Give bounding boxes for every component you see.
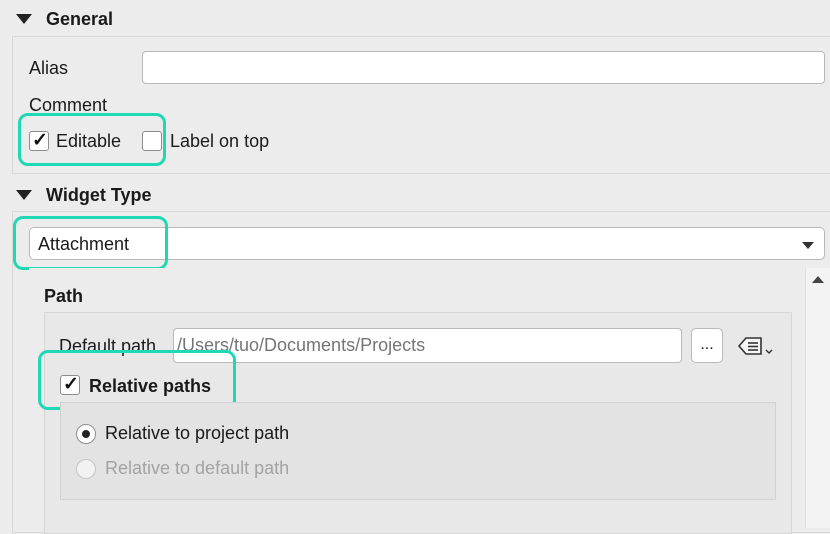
relative-to-default-label: Relative to default path [105,458,290,478]
relative-to-project-label: Relative to project path [105,423,290,443]
widget-type-section-title: Widget Type [46,184,152,205]
relative-to-project-radio[interactable] [76,424,96,444]
chevron-down-icon [802,242,814,249]
radio-selected-dot-icon [82,430,90,438]
relative-to-default-radio[interactable] [76,459,96,479]
label-on-top-label: Label on top [170,131,270,151]
browse-button[interactable]: ... [691,328,723,363]
data-defined-override-icon[interactable] [735,331,775,361]
default-path-input[interactable] [173,328,682,363]
general-section-header[interactable]: General [0,2,113,36]
widget-type-section-header[interactable]: Widget Type [0,178,152,212]
path-group-title: Path [44,286,84,306]
widget-type-highlight [13,216,168,270]
collapse-triangle-icon[interactable] [16,14,32,24]
vertical-scrollbar[interactable] [805,268,830,528]
alias-input[interactable] [142,51,825,84]
relative-paths-highlight [38,350,236,410]
editable-highlight [18,113,166,166]
alias-label: Alias [29,58,69,78]
collapse-triangle-icon[interactable] [16,190,32,200]
general-section-title: General [46,8,114,29]
relative-mode-group [60,402,776,500]
scroll-up-arrow-icon[interactable] [812,276,824,283]
